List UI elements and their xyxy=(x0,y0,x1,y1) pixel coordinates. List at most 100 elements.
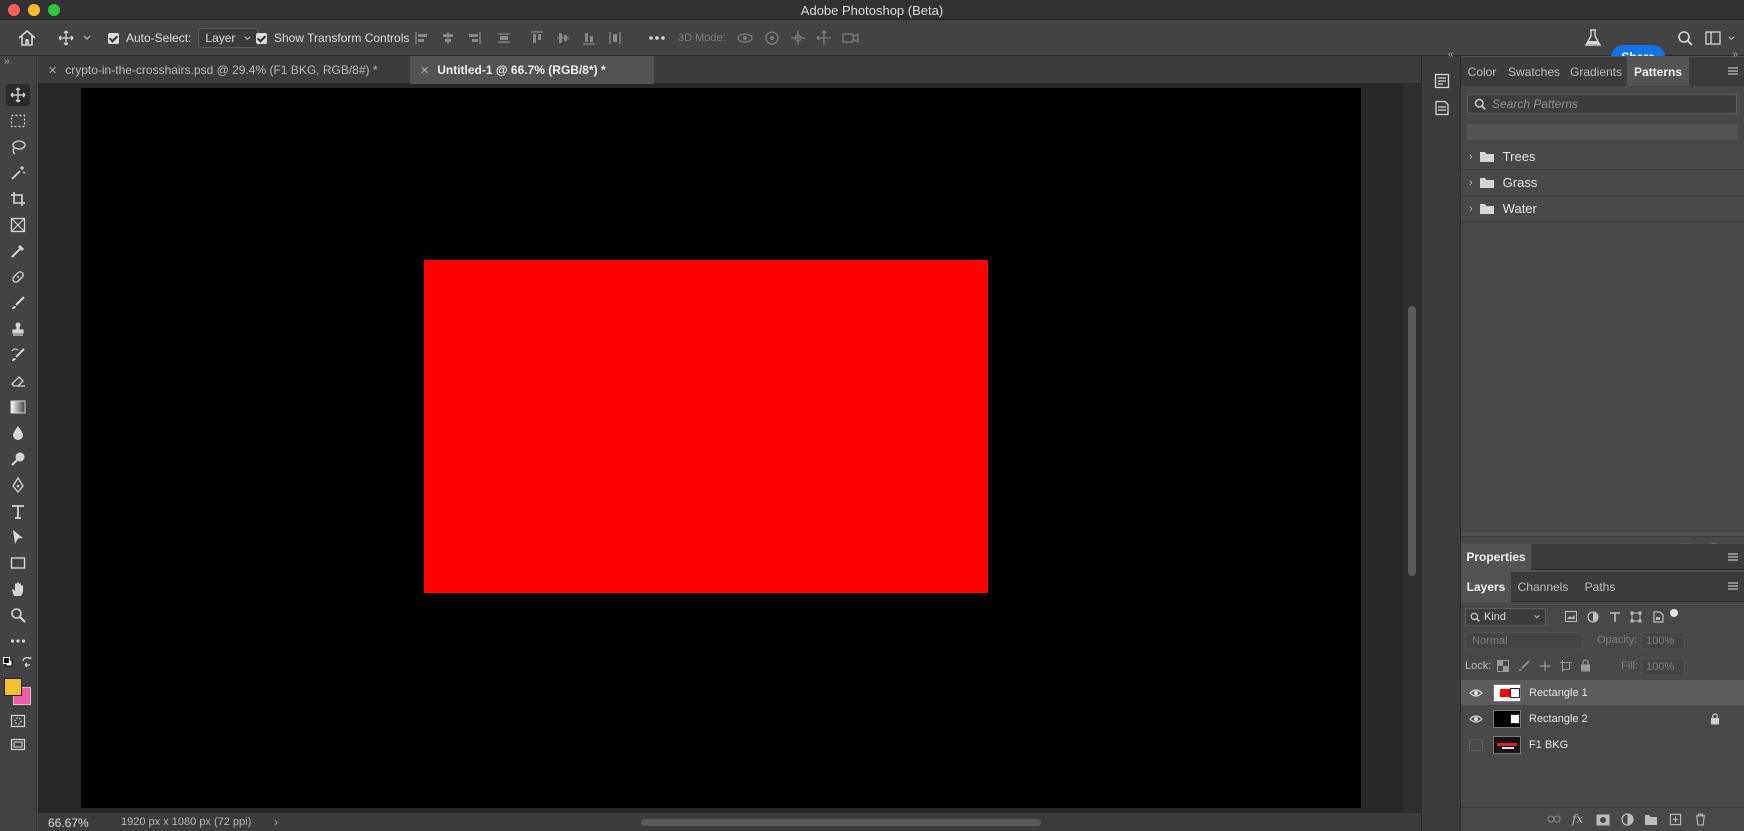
filter-type-icon[interactable] xyxy=(1609,611,1621,623)
tab-paths[interactable]: Paths xyxy=(1575,572,1625,602)
lock-transparent-pixels-icon[interactable] xyxy=(1497,660,1509,672)
panel-menu-icon[interactable] xyxy=(1726,551,1740,563)
eraser-tool[interactable] xyxy=(6,370,30,392)
lasso-tool[interactable] xyxy=(6,136,30,158)
lock-all-icon[interactable] xyxy=(1580,659,1591,672)
healing-brush-tool[interactable] xyxy=(6,266,30,288)
tab-properties[interactable]: Properties xyxy=(1461,544,1531,570)
workspace-switcher[interactable] xyxy=(1705,20,1736,56)
tab-untitled-1[interactable]: ✕ Untitled-1 @ 66.7% (RGB/8*) * xyxy=(410,56,654,84)
new-layer-icon[interactable] xyxy=(1669,813,1682,826)
lock-image-pixels-icon[interactable] xyxy=(1518,660,1530,672)
blur-tool[interactable] xyxy=(6,422,30,444)
layer-name[interactable]: Rectangle 1 xyxy=(1529,687,1588,699)
slide-3d-icon[interactable] xyxy=(816,30,832,46)
filter-toggle-switch[interactable] xyxy=(1670,609,1678,617)
layer-filter-dropdown[interactable]: Kind xyxy=(1465,608,1546,626)
lock-position-icon[interactable] xyxy=(1539,660,1551,672)
status-menu-icon[interactable]: › xyxy=(274,815,278,829)
history-panel-button[interactable] xyxy=(1434,73,1450,89)
adjustment-layer-icon[interactable] xyxy=(1621,813,1634,826)
edit-toolbar-button[interactable] xyxy=(6,630,30,652)
tab-crypto-psd[interactable]: ✕ crypto-in-the-crosshairs.psd @ 29.4% (… xyxy=(38,56,410,84)
more-options-button[interactable] xyxy=(648,20,666,56)
search-button[interactable] xyxy=(1677,20,1693,56)
beta-labs-button[interactable] xyxy=(1585,20,1601,56)
zoom-tool[interactable] xyxy=(6,604,30,626)
layer-row-rectangle-2[interactable]: Rectangle 2 xyxy=(1461,706,1744,731)
panel-menu-icon[interactable] xyxy=(1726,65,1740,77)
blend-mode-dropdown[interactable]: Normal xyxy=(1465,632,1583,650)
notes-panel-button[interactable] xyxy=(1434,100,1450,116)
tab-swatches[interactable]: Swatches xyxy=(1503,57,1565,87)
crop-tool[interactable] xyxy=(6,188,30,210)
magic-wand-tool[interactable] xyxy=(6,162,30,184)
align-top-icon[interactable] xyxy=(529,30,545,46)
align-right-icon[interactable] xyxy=(466,30,482,46)
pattern-group-grass[interactable]: › Grass xyxy=(1461,170,1744,196)
marquee-tool[interactable] xyxy=(6,110,30,132)
orbit-3d-icon[interactable] xyxy=(736,30,754,46)
tab-layers[interactable]: Layers xyxy=(1461,572,1511,602)
type-tool[interactable] xyxy=(6,500,30,522)
pattern-group-water[interactable]: › Water xyxy=(1461,196,1744,222)
align-bottom-icon[interactable] xyxy=(581,30,597,46)
gradient-tool[interactable] xyxy=(6,396,30,418)
layer-name[interactable]: F1 BKG xyxy=(1529,739,1568,751)
filter-pixel-icon[interactable] xyxy=(1565,611,1577,622)
distribute-horizontal-icon[interactable] xyxy=(607,30,623,46)
patterns-search-input[interactable] xyxy=(1492,97,1732,111)
link-layers-icon[interactable] xyxy=(1547,814,1561,824)
tool-preset-picker[interactable] xyxy=(58,20,92,56)
align-vertical-center-icon[interactable] xyxy=(555,30,571,46)
frame-tool[interactable] xyxy=(6,214,30,236)
brush-tool[interactable] xyxy=(6,292,30,314)
layer-name[interactable]: Rectangle 2 xyxy=(1529,713,1588,725)
pen-tool[interactable] xyxy=(6,474,30,496)
dodge-tool[interactable] xyxy=(6,448,30,470)
align-left-icon[interactable] xyxy=(414,30,430,46)
visibility-toggle-off[interactable] xyxy=(1469,738,1483,751)
clone-stamp-tool[interactable] xyxy=(6,318,30,340)
scale-3d-icon[interactable] xyxy=(842,31,860,45)
horizontal-scroll-thumb[interactable] xyxy=(641,819,1041,826)
default-colors-button[interactable] xyxy=(3,657,13,667)
collapse-icon-column-icon[interactable]: « xyxy=(1448,49,1454,60)
tab-color[interactable]: Color xyxy=(1461,57,1503,87)
eye-icon[interactable] xyxy=(1469,714,1483,724)
fill-field[interactable]: 100% xyxy=(1641,658,1685,676)
tab-gradients[interactable]: Gradients xyxy=(1565,57,1627,87)
layer-style-fx-icon[interactable]: fx xyxy=(1572,812,1583,826)
auto-select-dropdown[interactable]: Layer xyxy=(198,28,260,48)
filter-shape-icon[interactable] xyxy=(1630,611,1642,623)
add-mask-icon[interactable] xyxy=(1596,814,1610,826)
eye-icon[interactable] xyxy=(1469,688,1483,698)
panel-menu-icon[interactable] xyxy=(1726,580,1740,592)
foreground-color-swatch[interactable] xyxy=(4,678,22,696)
rectangle-tool[interactable] xyxy=(6,552,30,574)
move-tool[interactable] xyxy=(6,84,30,106)
path-selection-tool[interactable] xyxy=(6,526,30,548)
eyedropper-tool[interactable] xyxy=(6,240,30,262)
lock-artboard-icon[interactable] xyxy=(1560,660,1572,672)
opacity-field[interactable]: 100% xyxy=(1641,632,1685,650)
document-canvas[interactable] xyxy=(81,88,1361,808)
close-tab-icon[interactable]: ✕ xyxy=(48,64,57,77)
new-group-folder-icon[interactable] xyxy=(1644,814,1658,826)
hand-tool[interactable] xyxy=(6,578,30,600)
chevron-right-icon[interactable]: › xyxy=(1469,151,1473,163)
delete-trash-icon[interactable] xyxy=(1695,813,1706,826)
tab-channels[interactable]: Channels xyxy=(1511,572,1575,602)
pattern-group-trees[interactable]: › Trees xyxy=(1461,144,1744,170)
zoom-level[interactable]: 66.67% xyxy=(48,816,89,830)
swap-colors-button[interactable] xyxy=(21,656,33,668)
red-rectangle-shape[interactable] xyxy=(424,260,988,593)
patterns-search-field[interactable] xyxy=(1467,94,1737,114)
roll-3d-icon[interactable] xyxy=(764,30,780,46)
screen-mode-button[interactable] xyxy=(6,734,30,756)
canvas-workspace[interactable] xyxy=(38,84,1421,812)
vertical-scroll-thumb[interactable] xyxy=(1408,306,1416,576)
pan-3d-icon[interactable] xyxy=(790,30,806,46)
layer-row-f1-bkg[interactable]: F1 BKG xyxy=(1461,732,1744,757)
collapse-toolbar-icon[interactable]: » xyxy=(4,56,10,67)
